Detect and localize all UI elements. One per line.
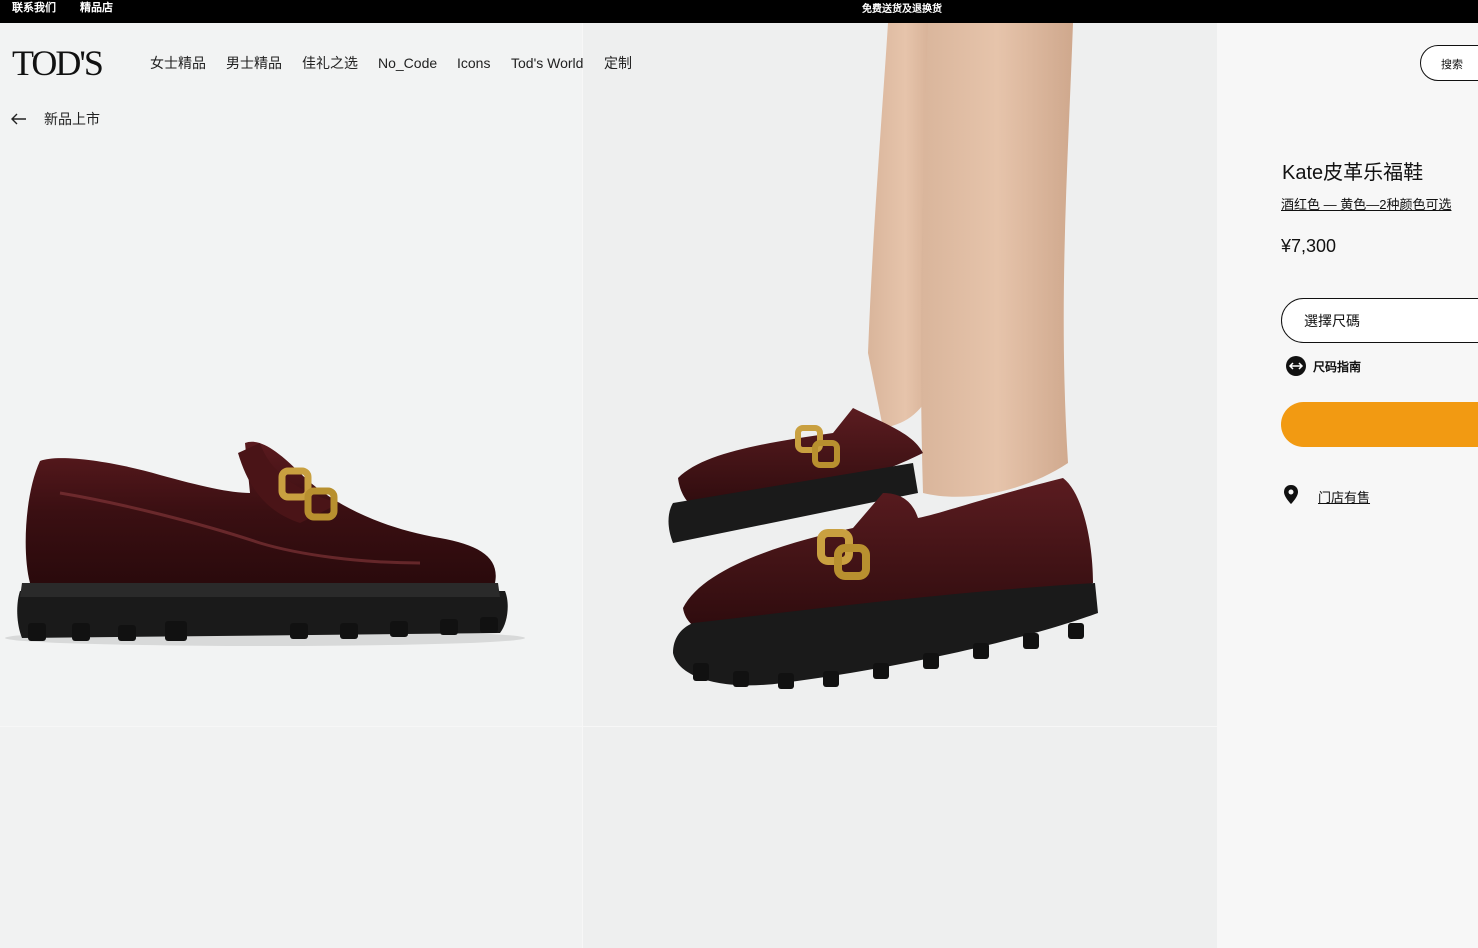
product-image-worn[interactable] — [583, 23, 1217, 726]
nav-men[interactable]: 男士精品 — [226, 54, 282, 72]
contact-us-link[interactable]: 联系我们 — [12, 1, 56, 15]
nav-custom[interactable]: 定制 — [604, 54, 632, 72]
arrow-left-icon — [11, 113, 26, 125]
loafer-side-illustration — [5, 441, 525, 646]
announcement-bar: 联系我们 精品店 免费送货及退换货 — [0, 0, 1478, 23]
loafer-worn-illustration — [668, 23, 1098, 689]
product-price: ¥7,300 — [1281, 236, 1337, 256]
color-options-link[interactable]: 酒红色 — 黄色—2种颜色可选 — [1281, 196, 1451, 214]
nav-no-code[interactable]: No_Code — [378, 54, 437, 72]
product-title: Kate皮革乐福鞋 — [1282, 162, 1424, 184]
size-select-placeholder: 選擇尺碼 — [1304, 313, 1360, 329]
search-button[interactable]: 搜索 — [1420, 45, 1478, 81]
boutiques-link[interactable]: 精品店 — [80, 1, 113, 15]
nav-gifts[interactable]: 佳礼之选 — [302, 54, 358, 72]
nav-women[interactable]: 女士精品 — [150, 54, 206, 72]
size-guide-icon — [1286, 356, 1306, 376]
free-shipping-text: 免费送货及退换货 — [862, 4, 942, 15]
size-guide-link[interactable]: 尺码指南 — [1286, 355, 1406, 377]
nav-tods-world[interactable]: Tod's World — [511, 54, 583, 72]
store-availability-label: 门店有售 — [1318, 490, 1371, 505]
brand-logo[interactable]: TOD'S — [12, 43, 104, 83]
product-image-4[interactable] — [583, 727, 1217, 948]
product-image-3[interactable] — [0, 727, 582, 948]
add-to-bag-button[interactable] — [1281, 402, 1478, 447]
nav-icons[interactable]: Icons — [457, 54, 490, 72]
product-image-side[interactable] — [0, 23, 582, 726]
location-pin-icon — [1284, 485, 1298, 504]
breadcrumb-label: 新品上市 — [44, 111, 100, 127]
size-select[interactable]: 選擇尺碼 — [1281, 298, 1478, 343]
search-label: 搜索 — [1441, 59, 1463, 71]
store-availability-link[interactable]: 门店有售 — [1283, 485, 1423, 507]
size-guide-label: 尺码指南 — [1313, 360, 1362, 374]
